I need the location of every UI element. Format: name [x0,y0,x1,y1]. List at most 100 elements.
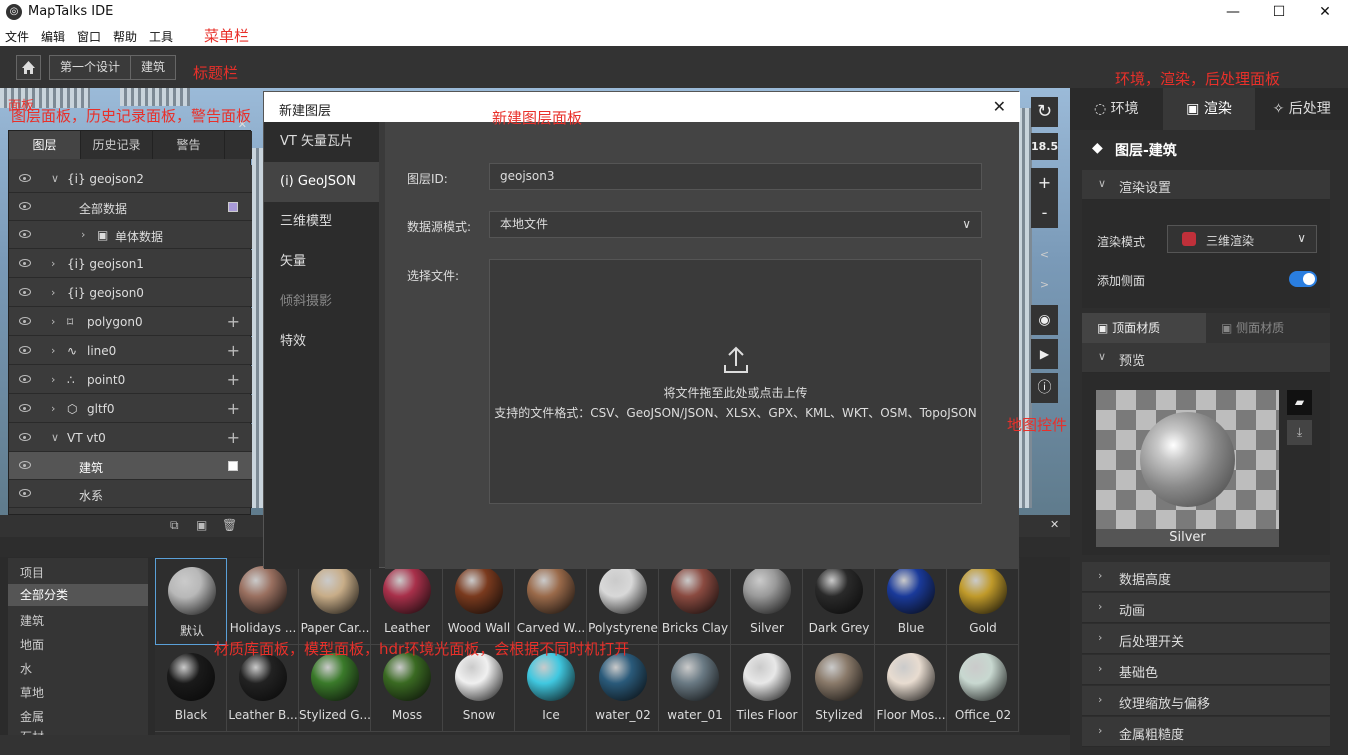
layer-row[interactable]: ∨ VT vt0 + [9,424,252,452]
section-postprocess-switch[interactable]: › 后处理开关 [1082,624,1330,654]
next-button[interactable]: > [1031,270,1058,300]
category-item[interactable]: 地面 [20,636,44,653]
section-animation[interactable]: › 动画 [1082,593,1330,623]
layer-row[interactable]: › {i} geojson1 [9,250,252,278]
layer-type-3d-model[interactable]: 三维模型 [264,202,379,242]
layer-row[interactable]: › ∴ point0 + [9,366,252,394]
chevron-right-icon[interactable]: › [51,344,55,357]
category-item[interactable]: 水 [20,660,32,677]
add-icon[interactable]: + [227,312,240,331]
eye-icon[interactable] [19,433,31,441]
add-icon[interactable]: + [227,341,240,360]
layer-row[interactable]: 建筑 [9,452,252,480]
material-item[interactable]: water_01 [659,645,731,732]
tab-warnings[interactable]: 警告 [153,131,225,159]
material-item[interactable]: Holidays ... [227,558,299,645]
add-icon[interactable]: + [227,428,240,447]
category-item[interactable]: 石材 [20,728,44,735]
section-metal-roughness[interactable]: › 金属粗糙度 [1082,717,1330,747]
tab-postprocess[interactable]: ✧ 后处理 [1255,88,1348,130]
add-side-toggle[interactable] [1289,271,1317,287]
render-mode-select[interactable]: 三维渲染 ∨ [1167,225,1317,253]
eye-icon[interactable] [19,174,31,182]
material-item[interactable]: 默认 [155,558,227,645]
chevron-right-icon[interactable]: › [51,402,55,415]
layer-row[interactable]: ∨ {i} geojson2 [9,165,252,193]
eye-icon[interactable] [19,288,31,296]
layer-type-geojson[interactable]: (i) GeoJSON [264,162,379,202]
layer-row[interactable]: › ∿ line0 + [9,337,252,365]
category-item[interactable]: 金属 [20,708,44,725]
material-item[interactable]: Floor Mos... [875,645,947,732]
eye-icon[interactable] [19,317,31,325]
add-icon[interactable]: + [227,370,240,389]
material-item[interactable]: Blue [875,558,947,645]
material-item[interactable]: Polystyrene [587,558,659,645]
zoom-out-button[interactable]: - [1031,198,1058,228]
menu-file[interactable]: 文件 [5,28,29,45]
material-item[interactable]: Dark Grey [803,558,875,645]
preview-section[interactable]: ∨ 预览 [1082,343,1330,373]
info-button[interactable]: ⓘ [1031,373,1058,403]
download-button[interactable]: ⤓ [1287,420,1312,445]
tab-side-material[interactable]: ▣ 侧面材质 [1206,313,1330,343]
close-icon[interactable]: ✕ [993,97,1006,116]
save-icon[interactable]: ▣ [196,518,207,532]
tab-layers[interactable]: 图层 [9,131,81,159]
eye-icon[interactable] [19,202,31,210]
file-drop-zone[interactable]: 将文件拖至此处或点击上传 支持的文件格式：CSV、GeoJSON/JSON、XL… [489,259,982,504]
chevron-right-icon[interactable]: › [51,373,55,386]
layer-type-vector-tile[interactable]: VT 矢量瓦片 [264,122,379,162]
layer-row[interactable]: › ⌑ polygon0 + [9,308,252,336]
source-mode-select[interactable]: 本地文件 ∨ [489,211,982,238]
category-item[interactable]: 项目 [20,564,44,581]
layer-type-vector[interactable]: 矢量 [264,242,379,282]
material-item[interactable]: Office_02 [947,645,1019,732]
prev-button[interactable]: < [1031,240,1058,270]
eye-icon[interactable] [19,404,31,412]
category-item[interactable]: 建筑 [20,612,44,629]
tab-history[interactable]: 历史记录 [81,131,153,159]
eye-icon[interactable] [19,346,31,354]
copy-icon[interactable]: ⧉ [170,518,179,533]
close-window-button[interactable]: ✕ [1302,0,1348,24]
tab-top-material[interactable]: ▣ 顶面材质 [1082,313,1206,343]
material-item[interactable]: Carved W... [515,558,587,645]
breadcrumb-building[interactable]: 建筑 [130,56,175,79]
material-item[interactable]: Wood Wall [443,558,515,645]
layer-row[interactable]: 水系 [9,480,252,508]
layer-row[interactable]: › ⬡ gltf0 + [9,395,252,423]
material-item[interactable]: Tiles Floor [731,645,803,732]
chevron-right-icon[interactable]: › [51,257,55,270]
breadcrumb-design[interactable]: 第一个设计 [50,56,130,79]
category-item[interactable]: 全部分类 [8,584,148,606]
add-icon[interactable]: + [227,399,240,418]
section-data-height[interactable]: › 数据高度 [1082,562,1330,592]
refresh-button[interactable]: ↻ [1031,97,1058,127]
play-button[interactable]: ▶ [1031,339,1058,369]
material-item[interactable]: Gold [947,558,1019,645]
layer-id-input[interactable]: geojson3 [489,163,982,190]
chevron-right-icon[interactable]: › [51,315,55,328]
section-texture-scale[interactable]: › 纹理缩放与偏移 [1082,686,1330,716]
eye-icon[interactable] [19,230,31,238]
eye-icon[interactable] [19,461,31,469]
tab-render[interactable]: ▣ 渲染 [1162,88,1256,130]
layer-row[interactable]: › {i} geojson0 [9,279,252,307]
maximize-button[interactable]: ☐ [1256,0,1302,24]
menu-window[interactable]: 窗口 [77,28,101,45]
category-item[interactable]: 草地 [20,684,44,701]
layer-row[interactable]: › ▣ 单体数据 [9,221,252,249]
home-button[interactable] [16,55,41,80]
eye-icon[interactable] [19,259,31,267]
menu-edit[interactable]: 编辑 [41,28,65,45]
eye-icon[interactable] [19,489,31,497]
material-item[interactable]: Paper Car... [299,558,371,645]
material-item[interactable]: Leather [371,558,443,645]
material-item[interactable]: Bricks Clay [659,558,731,645]
chevron-down-icon[interactable]: ∨ [51,431,59,444]
tab-environment[interactable]: ◌ 环境 [1070,88,1163,130]
chevron-right-icon[interactable]: › [81,228,85,241]
color-swatch[interactable] [228,202,238,212]
menu-help[interactable]: 帮助 [113,28,137,45]
